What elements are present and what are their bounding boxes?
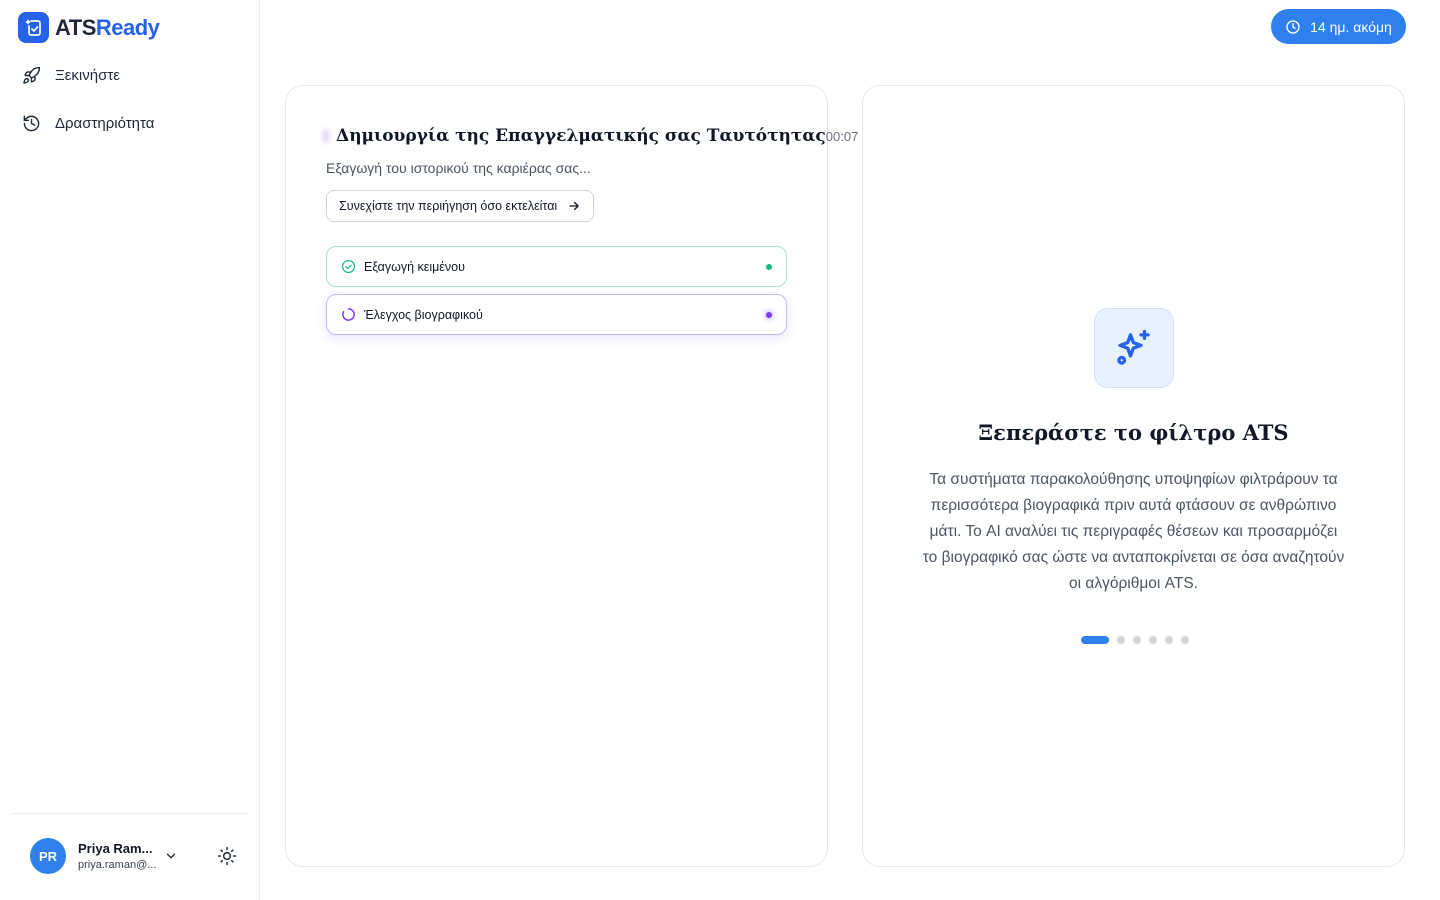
clock-icon	[1286, 19, 1300, 34]
carousel-pagination	[1081, 636, 1197, 644]
user-email: priya.raman@...	[78, 859, 157, 871]
brand-name-part2: Ready	[95, 14, 160, 40]
history-icon	[23, 115, 40, 132]
feature-description: Τα συστήματα παρακολούθησης υποψηφίων φι…	[922, 471, 1345, 592]
generation-progress-card: Δημιουργία της Επαγγελματικής σας Ταυτότ…	[285, 85, 858, 867]
sidebar-item-label: Ξεκινήστε	[55, 67, 120, 84]
generation-title: Δημιουργία της Επαγγελματικής σας Ταυτότ…	[336, 126, 826, 146]
status-dot-done	[766, 263, 772, 270]
spinner-icon	[341, 307, 356, 322]
chevron-down-icon[interactable]	[164, 849, 178, 868]
step-text-extraction: Εξαγωγή κειμένου	[326, 246, 787, 287]
carousel-dot-2[interactable]	[1117, 636, 1125, 644]
sun-icon	[217, 846, 237, 866]
avatar: PR	[30, 838, 66, 874]
elapsed-time: 00:07	[825, 128, 859, 144]
logo-mark-icon	[18, 12, 49, 43]
trial-label: 14 ημ. ακόμη	[1310, 18, 1392, 35]
carousel-dot-1[interactable]	[1081, 636, 1109, 644]
brand-name-part1: ATS	[55, 14, 96, 40]
feature-carousel-card: Ξεπεράστε το φίλτρο ATS Τα συστήματα παρ…	[862, 85, 1405, 867]
rocket-icon	[23, 66, 41, 84]
theme-toggle-button[interactable]	[216, 845, 238, 867]
continue-browsing-button[interactable]: Συνεχίστε την περιήγηση όσο εκτελείται	[326, 190, 595, 222]
carousel-dot-3[interactable]	[1133, 636, 1141, 644]
step-resume-check: Έλεγχος βιογραφικού	[326, 294, 787, 335]
generation-subtitle: Εξαγωγή του ιστορικού της καριέρας σας..…	[326, 160, 591, 176]
arrow-right-icon	[569, 201, 579, 211]
user-menu[interactable]: PR Priya Ram... priya.raman@...	[30, 838, 158, 874]
step-label: Έλεγχος βιογραφικού	[364, 307, 483, 322]
carousel-dot-4[interactable]	[1149, 636, 1157, 644]
check-circle-icon	[341, 259, 356, 274]
continue-browsing-label: Συνεχίστε την περιήγηση όσο εκτελείται	[339, 199, 558, 213]
sidebar-item-start[interactable]: Ξεκινήστε	[22, 66, 120, 85]
trial-days-badge[interactable]: 14 ημ. ακόμη	[1271, 9, 1406, 44]
status-dot-in-progress	[766, 311, 772, 318]
generation-header: Δημιουργία της Επαγγελματικής σας Ταυτότ…	[326, 126, 858, 146]
carousel-dot-6[interactable]	[1181, 636, 1189, 644]
sidebar-item-label: Δραστηριότητα	[55, 115, 155, 132]
user-name: Priya Ram...	[78, 841, 153, 856]
user-info: Priya Ram... priya.raman@...	[78, 841, 158, 871]
sidebar-item-activity[interactable]: Δραστηριότητα	[22, 114, 154, 133]
brand-name: ATSReady	[55, 14, 160, 41]
step-label: Εξαγωγή κειμένου	[364, 259, 465, 274]
app-logo[interactable]: ATSReady	[18, 12, 160, 43]
carousel-dot-5[interactable]	[1165, 636, 1173, 644]
sparkles-icon	[1094, 308, 1174, 388]
feature-title: Ξεπεράστε το φίλτρο ATS	[978, 420, 1289, 445]
sidebar: ATSReady Ξεκινήστε Δραστηριότητα PR Priy…	[0, 0, 260, 900]
sidebar-divider	[11, 813, 248, 814]
